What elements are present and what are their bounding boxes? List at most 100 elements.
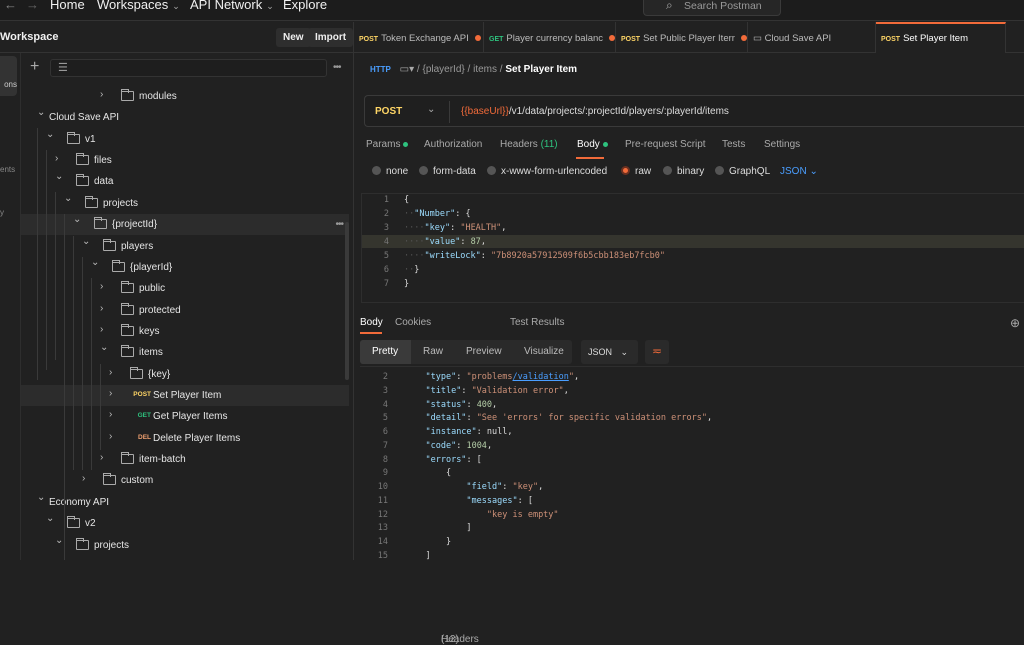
tab-authorization[interactable]: Authorization bbox=[424, 139, 482, 150]
tree-folder-item[interactable]: ⌄v1 bbox=[21, 129, 349, 150]
tree-folder-item[interactable]: ⌄data bbox=[21, 171, 349, 192]
view-visualize-button[interactable]: Visualize bbox=[524, 346, 564, 357]
tree-folder-item[interactable]: ›files bbox=[21, 150, 349, 171]
radio-form-data[interactable]: form-data bbox=[419, 166, 476, 177]
tab-tests[interactable]: Tests bbox=[722, 139, 745, 150]
resp-tab-body[interactable]: Body bbox=[360, 317, 383, 328]
breadcrumb-playerid[interactable]: {playerId} bbox=[422, 64, 464, 75]
tree-folder-item[interactable]: ›{key} bbox=[21, 364, 349, 385]
tree-request-item[interactable]: ›DELDelete Player Items bbox=[21, 428, 349, 449]
new-button[interactable]: New bbox=[276, 28, 311, 47]
chevron-down-icon[interactable]: ⌄ bbox=[55, 171, 63, 182]
tree-folder-item[interactable]: ›modules bbox=[21, 86, 349, 107]
back-arrow-icon[interactable]: ← bbox=[4, 0, 17, 12]
request-tab[interactable]: POSTToken Exchange API bbox=[354, 22, 484, 53]
nav-api-network[interactable]: API Network⌄ bbox=[190, 0, 274, 12]
radio-binary[interactable]: binary bbox=[663, 166, 704, 177]
search-input[interactable]: ⌕Search Postman bbox=[643, 0, 781, 16]
radio-graphql[interactable]: GraphQL bbox=[715, 166, 770, 177]
tree-folder-item[interactable]: ⌄projects bbox=[21, 535, 349, 556]
request-tab[interactable]: GETPlayer currency balanc bbox=[484, 22, 616, 53]
chevron-down-icon[interactable]: ⌄ bbox=[427, 104, 435, 115]
radio-urlencoded[interactable]: x-www-form-urlencoded bbox=[487, 166, 607, 177]
chevron-down-icon[interactable]: ⌄ bbox=[46, 129, 54, 140]
tree-folder-item[interactable]: ⌄items bbox=[21, 342, 349, 363]
radio-raw[interactable]: raw bbox=[621, 166, 651, 177]
add-collection-icon[interactable]: + bbox=[30, 58, 39, 76]
breadcrumb-current[interactable]: Set Player Item bbox=[505, 64, 577, 75]
request-tab[interactable]: POSTSet Public Player Iterr bbox=[616, 22, 748, 53]
resp-tab-cookies[interactable]: Cookies bbox=[395, 317, 431, 328]
radio-none[interactable]: none bbox=[372, 166, 408, 177]
chevron-right-icon[interactable]: › bbox=[109, 388, 112, 399]
chevron-down-icon[interactable]: ⌄ bbox=[37, 107, 45, 118]
chevron-right-icon[interactable]: › bbox=[109, 431, 112, 442]
breadcrumb-items[interactable]: items bbox=[473, 64, 497, 75]
nav-home[interactable]: Home bbox=[50, 0, 85, 12]
tree-item-label: v2 bbox=[85, 518, 96, 529]
request-tab[interactable]: ▭ Cloud Save API bbox=[748, 22, 876, 53]
chevron-right-icon[interactable]: › bbox=[109, 409, 112, 420]
tab-params[interactable]: Params bbox=[366, 139, 408, 150]
filter-input[interactable]: ☰ bbox=[50, 59, 327, 77]
tree-folder-item[interactable]: ›keys bbox=[21, 321, 349, 342]
tree-folder-item[interactable]: ›protected bbox=[21, 300, 349, 321]
chevron-down-icon[interactable]: ⌄ bbox=[91, 257, 99, 268]
folder-icon bbox=[121, 454, 134, 464]
tree-folder-item[interactable]: ⌄players bbox=[21, 236, 349, 257]
collection-icon[interactable]: ▭▾ bbox=[400, 64, 414, 75]
chevron-right-icon[interactable]: › bbox=[82, 473, 85, 484]
wrap-lines-icon[interactable]: ≂ bbox=[645, 340, 669, 364]
chevron-down-icon[interactable]: ⌄ bbox=[37, 492, 45, 503]
tree-request-item[interactable]: ›POSTSet Player Item bbox=[21, 385, 349, 406]
tab-headers[interactable]: Headers (11) bbox=[500, 139, 558, 150]
nav-workspaces[interactable]: Workspaces⌄ bbox=[97, 0, 180, 12]
chevron-down-icon[interactable]: ⌄ bbox=[100, 342, 108, 353]
view-pretty-button[interactable]: Pretty bbox=[372, 346, 398, 357]
tree-folder-item[interactable]: ›custom bbox=[21, 470, 349, 491]
code-token bbox=[405, 386, 425, 396]
chevron-right-icon[interactable]: › bbox=[55, 153, 58, 164]
chevron-right-icon[interactable]: › bbox=[100, 452, 103, 463]
chevron-down-icon[interactable]: ⌄ bbox=[46, 513, 54, 524]
response-format-select[interactable]: JSON ⌄ bbox=[581, 340, 638, 364]
chevron-down-icon[interactable]: ⌄ bbox=[73, 214, 81, 225]
rail-item-collections[interactable]: ons bbox=[0, 56, 17, 96]
globe-lock-icon[interactable]: ⊕ bbox=[1010, 316, 1020, 330]
tree-folder-item[interactable]: ⌄Economy API bbox=[21, 492, 349, 513]
tree-folder-item[interactable]: ⌄ v2 bbox=[21, 513, 349, 534]
more-options-icon[interactable]: ••• bbox=[333, 62, 341, 73]
chevron-down-icon[interactable]: ⌄ bbox=[82, 236, 90, 247]
tree-folder-item[interactable]: ⌄projects bbox=[21, 193, 349, 214]
chevron-right-icon[interactable]: › bbox=[100, 281, 103, 292]
chevron-right-icon[interactable]: › bbox=[100, 89, 103, 100]
request-tab[interactable]: POSTSet Player Item bbox=[876, 22, 1006, 53]
chevron-right-icon[interactable]: › bbox=[109, 367, 112, 378]
import-button[interactable]: Import bbox=[308, 28, 353, 47]
chevron-right-icon[interactable]: › bbox=[100, 324, 103, 335]
chevron-down-icon[interactable]: ⌄ bbox=[64, 193, 72, 204]
method-select[interactable]: POST bbox=[375, 106, 402, 117]
tree-folder-item[interactable]: ⌄{playerId} bbox=[21, 257, 349, 278]
view-raw-button[interactable]: Raw bbox=[423, 346, 443, 357]
panel-divider[interactable] bbox=[353, 22, 354, 560]
tab-settings[interactable]: Settings bbox=[764, 139, 800, 150]
resp-tab-test-results[interactable]: Test Results bbox=[510, 317, 564, 328]
tree-request-item[interactable]: ›GETGet Player Items bbox=[21, 406, 349, 427]
body-format-select[interactable]: JSON ⌄ bbox=[780, 166, 818, 177]
tree-folder-item[interactable]: ⌄Cloud Save API bbox=[21, 107, 349, 128]
tree-folder-item[interactable]: ›item-batch bbox=[21, 449, 349, 470]
code-line: "title": "Validation error", bbox=[405, 386, 569, 396]
tab-body[interactable]: Body bbox=[577, 139, 608, 150]
chevron-down-icon[interactable]: ⌄ bbox=[55, 535, 63, 546]
chevron-right-icon[interactable]: › bbox=[100, 303, 103, 314]
more-options-icon[interactable]: ••• bbox=[335, 219, 343, 230]
view-preview-button[interactable]: Preview bbox=[466, 346, 502, 357]
tab-pre-request-script[interactable]: Pre-request Script bbox=[625, 139, 706, 150]
sidebar-scrollbar[interactable] bbox=[345, 222, 349, 380]
tree-folder-item[interactable]: ⌄{projectId}••• bbox=[21, 214, 349, 235]
tree-folder-item[interactable]: ›public bbox=[21, 278, 349, 299]
url-input[interactable]: {{baseUrl}}/v1/data/projects/:projectId/… bbox=[461, 106, 729, 117]
forward-arrow-icon[interactable]: → bbox=[26, 0, 39, 12]
nav-explore[interactable]: Explore bbox=[283, 0, 327, 12]
